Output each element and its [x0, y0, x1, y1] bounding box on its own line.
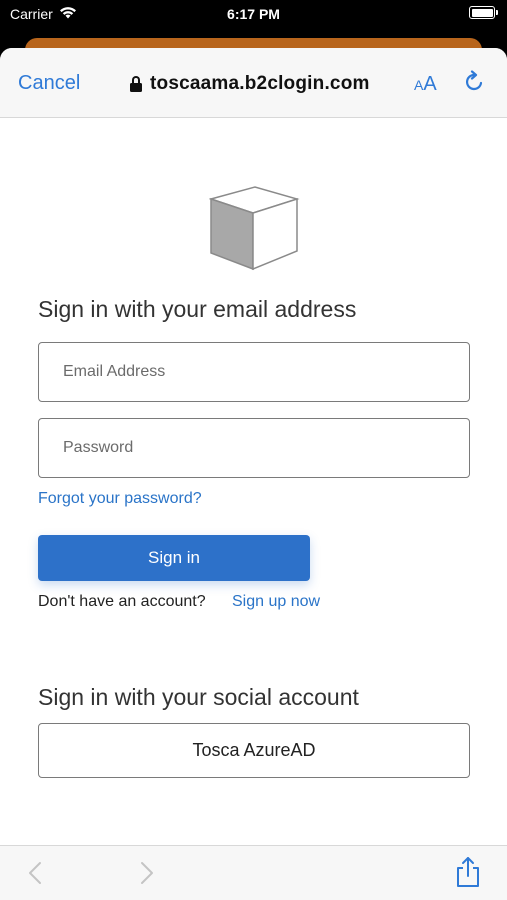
text-size-button[interactable]: AA	[414, 73, 437, 96]
browser-toolbar	[0, 845, 507, 900]
share-icon[interactable]	[454, 856, 482, 888]
sign-up-link[interactable]: Sign up now	[232, 593, 320, 611]
chevron-right-icon[interactable]	[136, 860, 156, 886]
status-bar: Carrier 6:17 PM	[0, 0, 507, 30]
social-signin-heading: Sign in with your social account	[38, 684, 359, 710]
reload-icon[interactable]	[462, 70, 486, 94]
cancel-button[interactable]: Cancel	[18, 72, 80, 95]
email-signin-heading: Sign in with your email address	[38, 296, 357, 322]
password-field[interactable]: Password	[38, 418, 470, 478]
cube-logo-icon	[208, 183, 301, 271]
forgot-password-link[interactable]: Forgot your password?	[38, 490, 202, 508]
sign-in-button[interactable]: Sign in	[38, 535, 310, 581]
url-bar[interactable]: toscaama.b2clogin.com	[130, 73, 370, 95]
browser-nav-bar: Cancel toscaama.b2clogin.com AA	[0, 48, 507, 118]
tosca-azuread-button[interactable]: Tosca AzureAD	[38, 723, 470, 778]
lock-icon	[130, 76, 142, 92]
email-field[interactable]: Email Address	[38, 342, 470, 402]
browser-sheet: Cancel toscaama.b2clogin.com AA Sign in …	[0, 48, 507, 900]
url-text: toscaama.b2clogin.com	[150, 73, 370, 94]
no-account-text: Don't have an account?	[38, 593, 206, 610]
chevron-left-icon[interactable]	[26, 860, 46, 886]
battery-icon	[469, 6, 498, 19]
status-time: 6:17 PM	[227, 6, 280, 22]
